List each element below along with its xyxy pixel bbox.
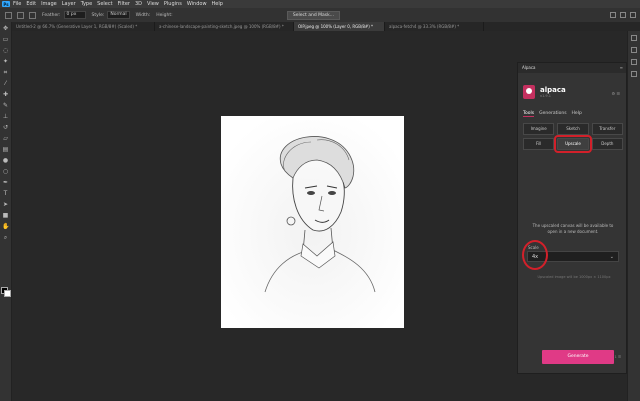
style-select[interactable]: Normal xyxy=(107,11,130,19)
healing-icon[interactable]: ✚ xyxy=(2,91,9,98)
upscale-info-text: The upscaled canvas will be available to… xyxy=(532,223,614,234)
history-icon[interactable] xyxy=(631,71,637,77)
marquee-icon[interactable]: ▭ xyxy=(2,36,9,43)
menu-select[interactable]: Select xyxy=(97,1,112,7)
menu-filter[interactable]: Filter xyxy=(118,1,130,7)
output-size-note: Upscaled image will be 1000px × 1100px xyxy=(537,275,611,279)
home-icon[interactable] xyxy=(5,11,12,19)
style-label: Style: xyxy=(91,12,105,18)
brush-icon[interactable]: ✎ xyxy=(2,102,9,109)
path-select-icon[interactable]: ➤ xyxy=(2,201,9,208)
brand-version: v1.9.1 xyxy=(540,93,551,98)
type-icon[interactable]: T xyxy=(2,190,9,197)
generation-count: 1 ☰ xyxy=(614,355,621,359)
doc-tab[interactable]: a-chinese-landscape-painting-sketch.jpeg… xyxy=(155,22,294,31)
height-label: Height: xyxy=(156,12,173,18)
fill-button[interactable]: Fill xyxy=(523,138,555,150)
brand-header: alpaca v1.9.1 xyxy=(523,85,566,99)
feather-label: Feather: xyxy=(42,12,61,18)
transfer-button[interactable]: Transfer xyxy=(591,123,623,135)
document-canvas[interactable] xyxy=(221,116,404,328)
brand-name: alpaca xyxy=(540,85,566,94)
panel-nav: Tools Generations Help xyxy=(523,111,582,117)
shape-icon[interactable]: ■ xyxy=(2,212,9,219)
panel-tab-label: Alpaca xyxy=(522,65,536,70)
upscale-button[interactable]: Upscale xyxy=(554,135,592,153)
menu-file[interactable]: File xyxy=(13,1,21,7)
eyedropper-icon[interactable]: ⁄ xyxy=(2,80,9,87)
blur-icon[interactable]: ● xyxy=(2,157,9,164)
magic-wand-icon[interactable]: ✦ xyxy=(2,58,9,65)
background-color-swatch[interactable] xyxy=(4,290,11,297)
search-icon[interactable] xyxy=(610,12,616,18)
nav-generations[interactable]: Generations xyxy=(539,111,566,117)
workspace-icon[interactable] xyxy=(620,12,626,18)
pen-icon[interactable]: ✒ xyxy=(2,179,9,186)
dodge-icon[interactable]: ○ xyxy=(2,168,9,175)
select-and-mask-button[interactable]: Select and Mask... xyxy=(286,10,340,20)
panel-menu-icon[interactable]: ≡ xyxy=(620,63,623,73)
properties-icon[interactable] xyxy=(631,59,637,65)
adjustments-icon[interactable] xyxy=(631,47,637,53)
nav-help[interactable]: Help xyxy=(572,111,582,117)
nav-tools[interactable]: Tools xyxy=(523,111,535,117)
menu-window[interactable]: Window xyxy=(187,1,207,7)
share-icon[interactable] xyxy=(630,12,636,18)
chevron-down-icon: ⌄ xyxy=(609,254,614,260)
highlight-circle xyxy=(522,240,548,270)
menu-edit[interactable]: Edit xyxy=(26,1,36,7)
document-tabs: Untitled-2 @ 66.7% (Generative Layer 1, … xyxy=(12,22,640,31)
photoshop-logo: Ps xyxy=(2,1,10,7)
generate-button[interactable]: Generate xyxy=(542,350,614,364)
lasso-icon[interactable]: ◌ xyxy=(2,47,9,54)
alpaca-logo xyxy=(523,85,535,99)
hand-icon[interactable]: ✋ xyxy=(2,223,9,230)
depth-button[interactable]: Depth xyxy=(591,138,623,150)
options-bar: Feather: 0 px Style: Normal Width: Heigh… xyxy=(0,8,640,23)
menu-layer[interactable]: Layer xyxy=(62,1,76,7)
stamp-icon[interactable]: ⊥ xyxy=(2,113,9,120)
eraser-icon[interactable]: ▱ xyxy=(2,135,9,142)
doc-tab[interactable]: alpaca-fetch4 @ 33.3% (RGB/8#) * xyxy=(385,22,484,31)
move-icon[interactable]: ✥ xyxy=(2,25,9,32)
layers-icon[interactable] xyxy=(631,35,637,41)
menu-help[interactable]: Help xyxy=(212,1,223,7)
menu-plugins[interactable]: Plugins xyxy=(164,1,182,7)
alpaca-plugin-panel: Alpaca ≡ alpaca v1.9.1 ⚙ ☰ Tools Generat… xyxy=(517,62,627,374)
doc-tab-active[interactable]: OIP.jpeg @ 100% (Layer 0, RGB/8#) * xyxy=(294,22,385,31)
menu-image[interactable]: Image xyxy=(41,1,57,7)
zoom-icon[interactable]: ⌕ xyxy=(2,234,9,241)
portrait-sketch-image xyxy=(221,116,404,328)
new-selection-icon[interactable] xyxy=(29,11,36,19)
panel-tab: Alpaca ≡ xyxy=(518,63,626,73)
right-panel-strip xyxy=(627,31,640,401)
settings-icon[interactable]: ⚙ ☰ xyxy=(612,91,620,96)
imagine-button[interactable]: Imagine xyxy=(523,123,555,135)
doc-tab[interactable]: Untitled-2 @ 66.7% (Generative Layer 1, … xyxy=(12,22,155,31)
feather-input[interactable]: 0 px xyxy=(63,11,86,19)
marquee-icon[interactable] xyxy=(17,11,24,19)
menu-type[interactable]: Type xyxy=(81,1,92,7)
menu-3d[interactable]: 3D xyxy=(135,1,142,7)
tool-grid: Imagine Sketch Transfer Fill Upscale Dep… xyxy=(523,123,623,153)
sketch-button[interactable]: Sketch xyxy=(557,123,589,135)
menu-bar: Ps File Edit Image Layer Type Select Fil… xyxy=(0,0,640,8)
menu-view[interactable]: View xyxy=(147,1,159,7)
crop-icon[interactable]: ⌗ xyxy=(2,69,9,76)
width-label: Width: xyxy=(135,12,151,18)
history-brush-icon[interactable]: ↺ xyxy=(2,124,9,131)
gradient-icon[interactable]: ▤ xyxy=(2,146,9,153)
tools-panel: ✥ ▭ ◌ ✦ ⌗ ⁄ ✚ ✎ ⊥ ↺ ▱ ▤ ● ○ ✒ T ➤ ■ ✋ ⌕ xyxy=(0,22,12,401)
